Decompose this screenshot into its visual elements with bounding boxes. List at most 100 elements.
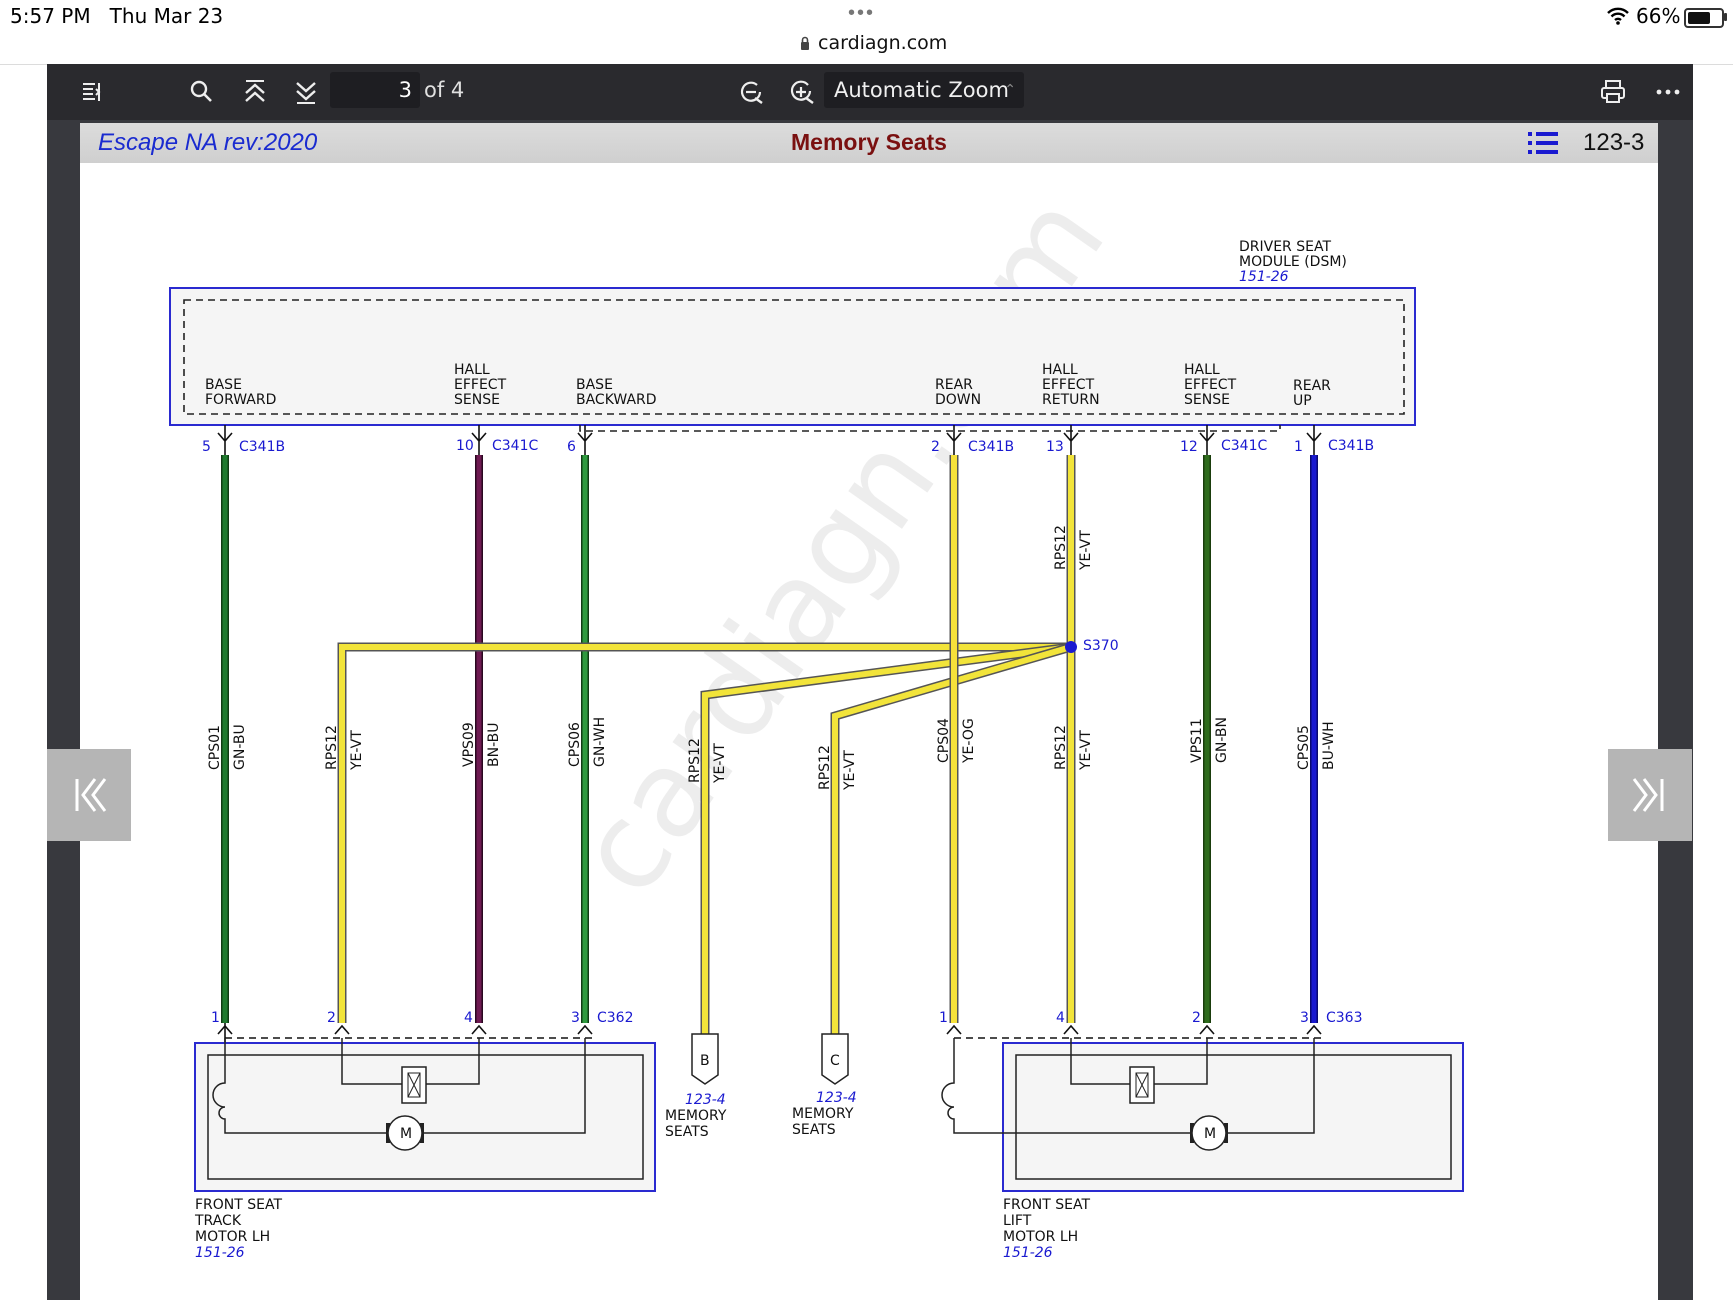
pdf-page: Escape NA rev:2020 Memory Seats 123-3 ca… xyxy=(80,123,1658,1300)
status-time-date: 5:57 PM Thu Mar 23 xyxy=(10,4,224,28)
offpage-ref: 123-4 xyxy=(816,1090,857,1106)
page-count-label: of 4 xyxy=(424,78,465,102)
connector-id: C341B xyxy=(1328,438,1374,454)
chevron-updown-icon: ⌃ xyxy=(1004,82,1016,98)
offpage-name: MEMORY xyxy=(665,1108,727,1124)
pin-label: BASE xyxy=(576,377,613,393)
connector-id: C341C xyxy=(1221,438,1267,454)
pin-label: HALL xyxy=(1184,362,1220,378)
wire-circuit: CPS01 xyxy=(207,725,223,770)
tab-dots-icon[interactable]: ••• xyxy=(848,2,875,25)
wire-color-code: GN-BU xyxy=(232,724,248,770)
page-reference: 123-3 xyxy=(1583,129,1645,156)
double-chevron-left-icon xyxy=(75,778,107,812)
zoom-select[interactable]: Automatic Zoom ⌃ xyxy=(824,72,1024,108)
wire-color-code: YE-VT xyxy=(842,750,858,791)
pin-label: FORWARD xyxy=(205,392,276,408)
list-icon[interactable] xyxy=(1528,130,1558,156)
search-icon[interactable] xyxy=(186,76,218,108)
pin-label: BACKWARD xyxy=(576,392,657,408)
offpage-letter: B xyxy=(700,1053,710,1069)
motor-symbol: M xyxy=(400,1126,412,1142)
connector-id: C341B xyxy=(968,439,1014,455)
offpage-connector-b[interactable]: B 123-4 MEMORY SEATS xyxy=(665,1033,727,1140)
page-number-input[interactable]: 3 xyxy=(330,72,420,108)
viewer-toolbar: 3 of 4 Automatic Zoom ⌃ xyxy=(47,64,1693,120)
lift-motor-assembly: M FRONT SEAT LIFT MOTOR LH 151-26 xyxy=(941,1038,1464,1261)
pin-label: UP xyxy=(1293,393,1312,409)
connector-id: C341B xyxy=(239,439,285,455)
pin-label: HALL xyxy=(454,362,490,378)
pin-number: 1 xyxy=(939,1010,948,1026)
wire-color-code: BU-WH xyxy=(1321,721,1337,770)
pin-number: 4 xyxy=(464,1010,473,1026)
wire-circuit: RPS12 xyxy=(1053,725,1069,770)
connector-id: C363 xyxy=(1326,1010,1363,1026)
pin-number: 3 xyxy=(1300,1010,1309,1026)
previous-page-button[interactable] xyxy=(47,749,131,841)
pin-number: 6 xyxy=(567,439,576,455)
splice-name: S370 xyxy=(1083,638,1119,654)
pin-number: 1 xyxy=(1294,439,1303,455)
wire-circuit: RPS12 xyxy=(817,745,833,790)
motor-name: FRONT SEAT xyxy=(1003,1197,1090,1213)
zoom-out-icon[interactable] xyxy=(736,76,768,108)
pin-label: EFFECT xyxy=(1042,377,1095,393)
pdf-viewer: 3 of 4 Automatic Zoom ⌃ Escape NA rev:202… xyxy=(47,64,1693,1300)
zoom-in-icon[interactable] xyxy=(786,76,818,108)
wire-circuit: CPS04 xyxy=(936,718,952,763)
pin-number: 2 xyxy=(931,439,940,455)
wire-color-code: GN-BN xyxy=(1214,717,1230,763)
offpage-letter: C xyxy=(830,1053,840,1069)
offpage-name: MEMORY xyxy=(792,1106,854,1122)
wire-color-code: GN-WH xyxy=(592,717,608,767)
wire-circuit: RPS12 xyxy=(1053,525,1069,570)
previous-page-icon[interactable] xyxy=(239,76,271,108)
wire-color-code: YE-VT xyxy=(1078,730,1094,771)
module-terminals xyxy=(217,425,1322,455)
battery-icon xyxy=(1684,8,1724,28)
connector-id: C362 xyxy=(597,1010,634,1026)
connector-id: C341C xyxy=(492,438,538,454)
pin-number: 2 xyxy=(1192,1010,1201,1026)
track-motor-assembly: M FRONT SEAT TRACK MOTOR LH 151-26 xyxy=(194,1038,656,1261)
wire-color-code: BN-BU xyxy=(486,723,502,767)
offpage-connector-c[interactable]: C 123-4 MEMORY SEATS xyxy=(792,1033,857,1138)
pin-number: 5 xyxy=(202,439,211,455)
motor-name: TRACK xyxy=(194,1213,242,1229)
wiring-diagram: cardiagn.com DRIVER SEAT MODULE (DSM) 15… xyxy=(169,171,1464,1261)
status-bar: 5:57 PM Thu Mar 23 ••• cardiagn.com 66% xyxy=(0,0,1733,65)
more-options-icon[interactable] xyxy=(1652,76,1684,108)
module-ref: 151-26 xyxy=(1239,269,1289,285)
print-icon[interactable] xyxy=(1597,76,1629,108)
pin-number: 13 xyxy=(1046,439,1064,455)
pin-label: SENSE xyxy=(1184,392,1230,408)
pin-number: 4 xyxy=(1056,1010,1065,1026)
pin-label: EFFECT xyxy=(454,377,507,393)
wire-color-code: YE-VT xyxy=(712,743,728,784)
pin-label: REAR xyxy=(935,377,973,393)
pin-number: 12 xyxy=(1180,439,1198,455)
url-text[interactable]: cardiagn.com xyxy=(818,32,947,54)
pin-number: 10 xyxy=(456,438,474,454)
pin-number: 1 xyxy=(211,1010,220,1026)
wire-circuit: RPS12 xyxy=(324,725,340,770)
pin-number: 2 xyxy=(327,1010,336,1026)
motor-name: MOTOR LH xyxy=(195,1229,270,1245)
module-pin-numbers: 5 C341B 10 C341C 6 2 C341B 13 12 C341C 1… xyxy=(202,438,1374,455)
offpage-name: SEATS xyxy=(792,1122,836,1138)
pin-label: BASE xyxy=(205,377,242,393)
pin-number: 3 xyxy=(571,1010,580,1026)
wire-circuit: RPS12 xyxy=(687,738,703,783)
motor-pin-numbers: 1 2 4 3 C362 1 4 2 3 C363 xyxy=(211,1010,1363,1026)
offpage-ref: 123-4 xyxy=(685,1092,726,1108)
sidebar-toggle-icon[interactable] xyxy=(77,76,109,108)
next-page-button[interactable] xyxy=(1608,749,1692,841)
next-page-icon[interactable] xyxy=(290,76,322,108)
module-name-line2: MODULE (DSM) xyxy=(1239,254,1347,270)
motor-name: FRONT SEAT xyxy=(195,1197,282,1213)
wire-circuit: VPS09 xyxy=(461,722,477,767)
lock-icon xyxy=(801,36,809,50)
wire-circuit: CPS06 xyxy=(567,722,583,767)
module-name-line1: DRIVER SEAT xyxy=(1239,239,1331,255)
